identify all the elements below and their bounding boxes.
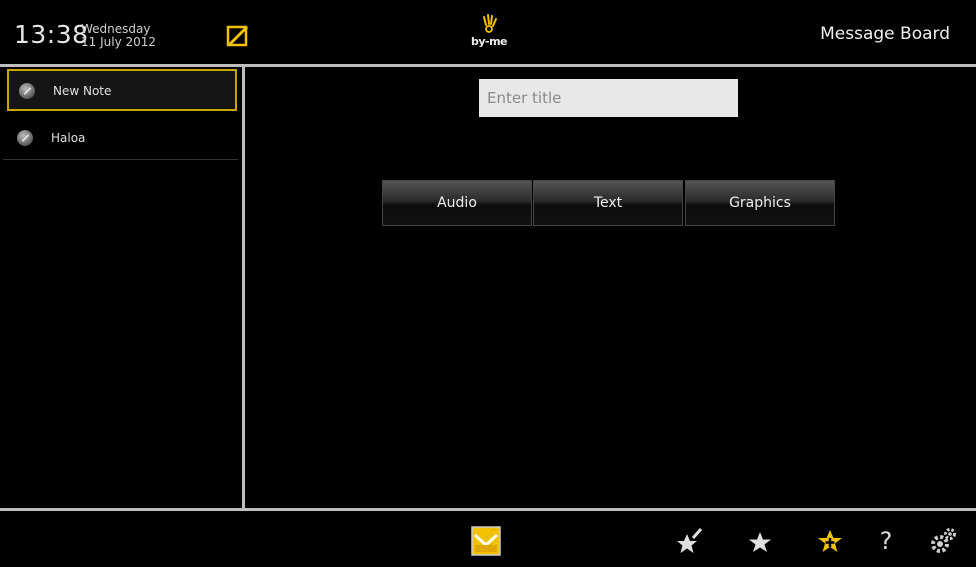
edit-icon [226,25,249,47]
edit-button[interactable] [225,24,251,50]
pin-button[interactable] [674,526,704,556]
message-board-button[interactable] [471,526,501,556]
audio-button[interactable]: Audio [382,180,532,226]
text-button[interactable]: Text [533,180,683,226]
sidebar-divider [242,67,245,508]
graphics-button[interactable]: Graphics [685,180,835,226]
date-label: 11 July 2012 [81,35,157,49]
app-logo: by-me [469,13,509,53]
logo-text: by-me [470,35,508,48]
settings-button[interactable] [928,526,958,556]
note-item-haloa[interactable]: Haloa [3,118,238,160]
note-item-label: Haloa [51,131,86,145]
help-button[interactable]: ? [871,526,901,556]
settings-gears-icon [931,528,956,553]
star-icon [749,532,771,552]
notes-sidebar: New Note Haloa [0,67,242,508]
page-title: Message Board [820,24,950,44]
top-bar: 13:38 Wednesday 11 July 2012 by-me Messa… [0,0,976,64]
add-favorite-button[interactable] [815,526,845,556]
hand-logo-icon [483,14,497,33]
note-item-new-note[interactable]: New Note [7,69,237,111]
note-pen-icon [17,130,33,146]
favorites-button[interactable] [745,526,775,556]
title-input[interactable] [479,79,738,117]
note-pen-icon [19,83,35,99]
clock-time: 13:38 [14,20,89,49]
note-item-label: New Note [53,84,112,98]
bottom-bar: ? [0,511,976,567]
message-board-icon [471,526,501,556]
date-display: Wednesday 11 July 2012 [81,23,156,49]
add-favorite-star-icon [818,530,842,552]
help-icon: ? [879,527,893,555]
pin-star-icon [677,528,703,553]
